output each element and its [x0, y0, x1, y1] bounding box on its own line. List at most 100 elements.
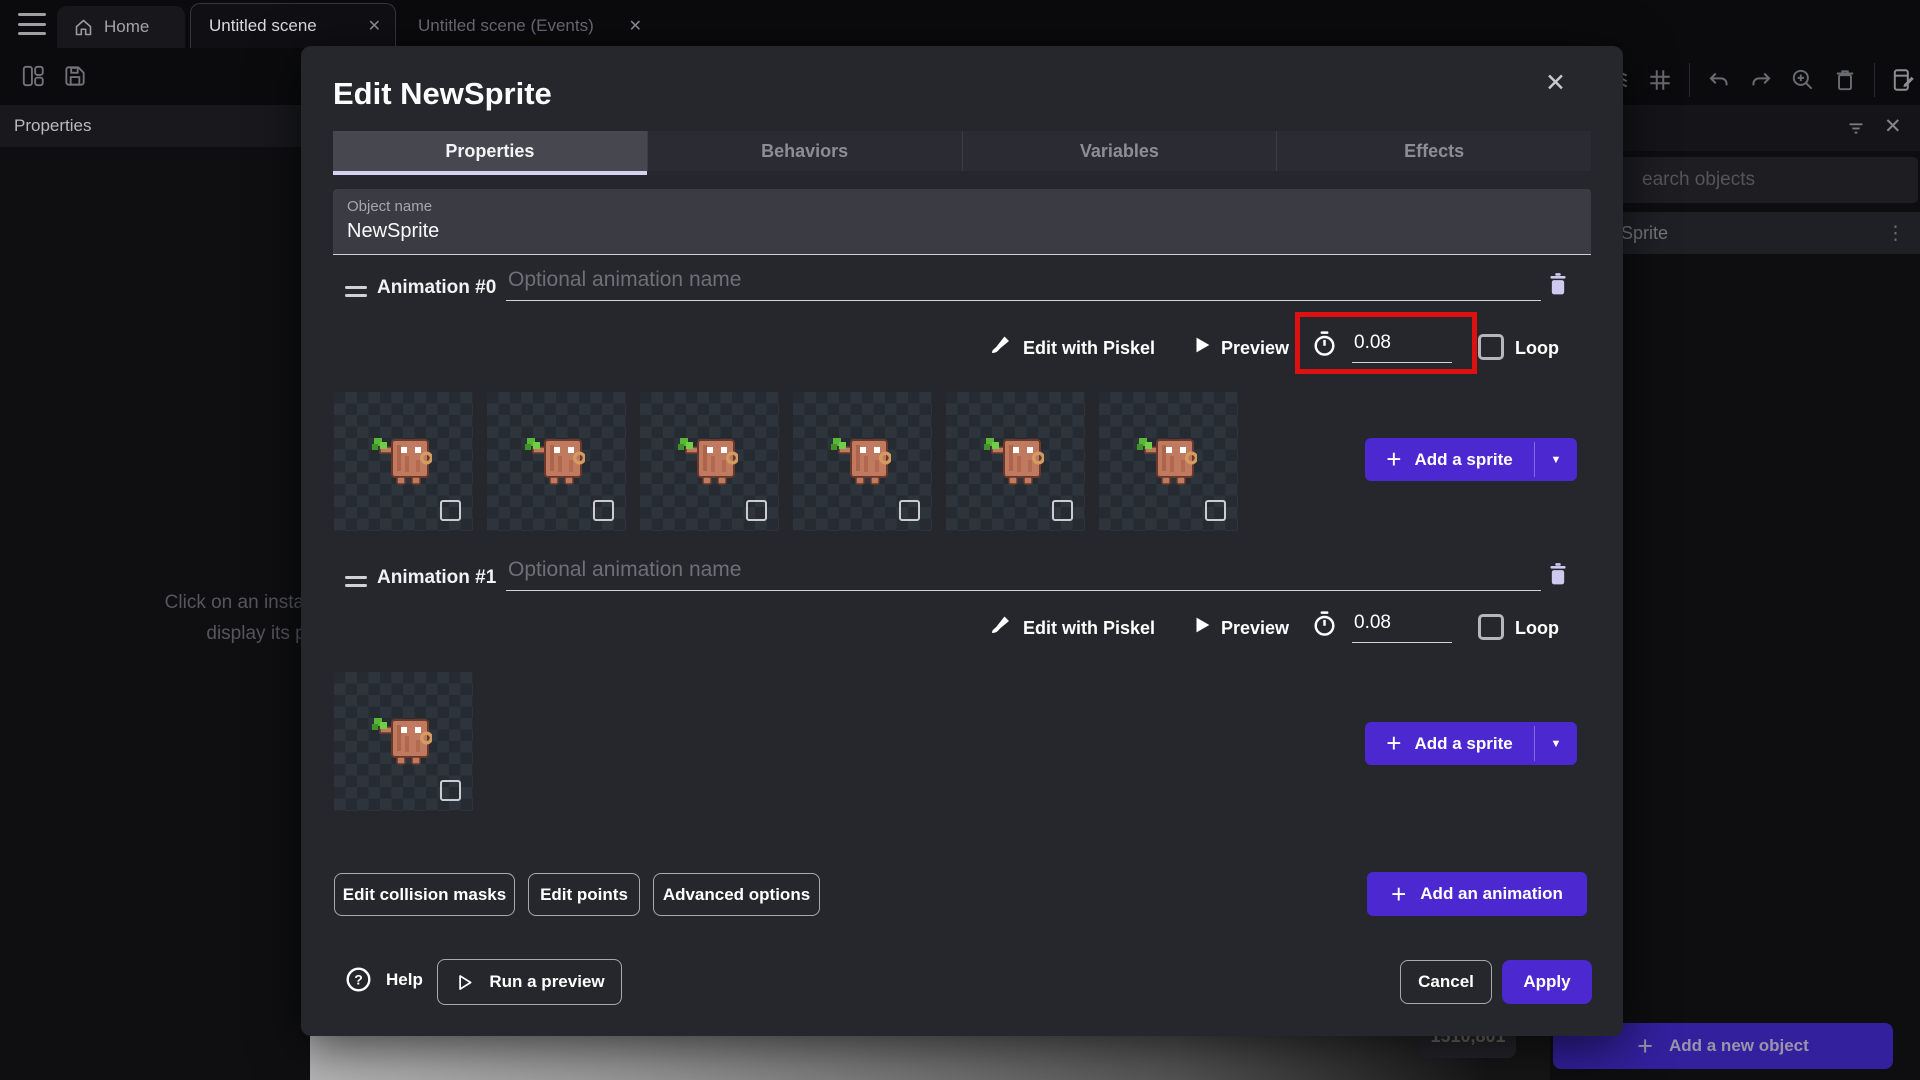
dialog-close-icon[interactable]: ✕: [1545, 68, 1566, 98]
preview-label-0[interactable]: Preview: [1221, 338, 1289, 359]
stopwatch-icon: [1314, 611, 1335, 636]
pig-sprite-image: [678, 432, 738, 487]
object-name-field-label: Object name: [347, 198, 433, 215]
edit-points-button[interactable]: Edit points: [528, 873, 640, 916]
object-options-dots-icon[interactable]: ⋮: [1886, 222, 1905, 245]
delete-animation-1-button[interactable]: [1545, 560, 1571, 590]
pig-sprite-image: [831, 432, 891, 487]
tab-home[interactable]: Home: [57, 6, 185, 48]
top-tab-bar: Home Untitled scene ✕ Untitled scene (Ev…: [0, 0, 1920, 48]
dialog-title: Edit NewSprite: [333, 76, 552, 111]
panels-layout-icon[interactable]: [20, 63, 46, 89]
edit-with-piskel-label-0[interactable]: Edit with Piskel: [1023, 338, 1155, 359]
edit-collision-masks-button[interactable]: Edit collision masks: [334, 873, 515, 916]
frame-select-checkbox[interactable]: [746, 500, 767, 521]
app-window: Home Untitled scene ✕ Untitled scene (Ev…: [0, 0, 1920, 1080]
run-preview-label: Run a preview: [489, 972, 605, 991]
trash-icon[interactable]: [1832, 67, 1858, 93]
delete-animation-0-button[interactable]: [1545, 270, 1571, 300]
zoom-in-icon[interactable]: [1790, 67, 1816, 93]
edit-with-piskel-button-0[interactable]: [989, 332, 1013, 356]
sprite-frame-thumbnail[interactable]: [1099, 392, 1238, 531]
object-name-input[interactable]: [347, 220, 1577, 243]
cancel-button[interactable]: Cancel: [1400, 960, 1492, 1004]
animation-1-frames: [334, 672, 473, 811]
advanced-options-button[interactable]: Advanced options: [653, 873, 820, 916]
frame-select-checkbox[interactable]: [1205, 500, 1226, 521]
frame-select-checkbox[interactable]: [440, 500, 461, 521]
apply-button[interactable]: Apply: [1502, 960, 1592, 1004]
tab-untitled-scene[interactable]: Untitled scene ✕: [190, 3, 396, 48]
tab-untitled-scene-events[interactable]: Untitled scene (Events) ✕: [400, 3, 656, 48]
tab-close-icon[interactable]: ✕: [629, 16, 642, 36]
time-between-frames-input-1[interactable]: [1352, 610, 1452, 643]
tab-properties[interactable]: Properties: [333, 131, 648, 175]
tab-behaviors[interactable]: Behaviors: [647, 131, 963, 171]
help-button[interactable]: ? Help: [345, 966, 423, 993]
add-sprite-button-0[interactable]: + Add a sprite ▼: [1365, 438, 1577, 481]
frame-select-checkbox[interactable]: [440, 780, 461, 801]
add-animation-button[interactable]: + Add an animation: [1367, 872, 1587, 916]
loop-label-1: Loop: [1515, 618, 1559, 638]
sprite-frame-thumbnail[interactable]: [334, 672, 473, 811]
add-sprite-button-1[interactable]: + Add a sprite ▼: [1365, 722, 1577, 765]
animation-0-label: Animation #0: [377, 277, 497, 298]
search-placeholder: earch objects: [1642, 169, 1756, 190]
tab-effects[interactable]: Effects: [1277, 131, 1591, 171]
loop-checkbox-1[interactable]: [1478, 614, 1504, 640]
filter-icon[interactable]: [1845, 117, 1867, 139]
play-outline-icon: [459, 974, 472, 990]
preview-button-1[interactable]: [1191, 614, 1213, 636]
edit-sheet-icon[interactable]: [1891, 67, 1917, 93]
preview-label-1[interactable]: Preview: [1221, 618, 1289, 639]
loop-checkbox-0[interactable]: [1478, 334, 1504, 360]
dialog-tab-bar: Properties Behaviors Variables Effects: [333, 131, 1591, 175]
save-icon[interactable]: [62, 63, 88, 89]
animation-0-frames: [334, 392, 1238, 531]
run-preview-button[interactable]: Run a preview: [437, 959, 622, 1005]
sprite-frame-thumbnail[interactable]: [946, 392, 1085, 531]
edit-with-piskel-button-1[interactable]: [989, 612, 1013, 636]
animation-1-label: Animation #1: [377, 567, 497, 588]
brush-icon: [992, 336, 1009, 353]
scene-canvas-edge: [310, 1036, 1550, 1080]
play-icon: [1196, 617, 1210, 633]
help-label: Help: [386, 969, 423, 989]
frame-select-checkbox[interactable]: [1052, 500, 1073, 521]
panel-close-icon[interactable]: ✕: [1884, 114, 1902, 139]
tab-close-icon[interactable]: ✕: [368, 16, 381, 36]
pig-sprite-image: [372, 712, 432, 767]
animation-1-name-input[interactable]: [506, 558, 1541, 591]
add-sprite-main[interactable]: + Add a sprite: [1365, 722, 1534, 765]
animation-drag-handle[interactable]: [345, 576, 367, 587]
sprite-frame-thumbnail[interactable]: [793, 392, 932, 531]
trash-icon: [1550, 273, 1566, 295]
svg-text:?: ?: [354, 971, 363, 987]
frame-select-checkbox[interactable]: [899, 500, 920, 521]
grid-icon[interactable]: [1647, 67, 1673, 93]
properties-empty-message: Click on an instance in the sce display …: [164, 592, 310, 644]
stopwatch-icon: [1314, 331, 1335, 356]
hamburger-menu-icon[interactable]: [18, 13, 46, 35]
sprite-frame-thumbnail[interactable]: [334, 392, 473, 531]
redo-icon[interactable]: [1748, 67, 1774, 93]
add-sprite-dropdown-arrow[interactable]: ▼: [1535, 438, 1577, 481]
add-sprite-main[interactable]: + Add a sprite: [1365, 438, 1534, 481]
edit-sprite-dialog: ✕ Edit NewSprite Properties Behaviors Va…: [301, 46, 1623, 1036]
sprite-frame-thumbnail[interactable]: [640, 392, 779, 531]
time-between-frames-input-0[interactable]: [1352, 330, 1452, 363]
add-animation-label: Add an animation: [1420, 884, 1563, 903]
preview-button-0[interactable]: [1191, 334, 1213, 356]
frame-select-checkbox[interactable]: [593, 500, 614, 521]
tab-label: Untitled scene: [209, 16, 317, 35]
time-between-frames-field-1: [1311, 610, 1452, 643]
animation-drag-handle[interactable]: [345, 286, 367, 297]
undo-icon[interactable]: [1706, 67, 1732, 93]
brush-icon: [992, 616, 1009, 633]
plus-icon: +: [1386, 728, 1402, 758]
tab-variables[interactable]: Variables: [962, 131, 1278, 171]
edit-with-piskel-label-1[interactable]: Edit with Piskel: [1023, 618, 1155, 639]
sprite-frame-thumbnail[interactable]: [487, 392, 626, 531]
add-sprite-dropdown-arrow[interactable]: ▼: [1535, 722, 1577, 765]
animation-0-name-input[interactable]: [506, 268, 1541, 301]
